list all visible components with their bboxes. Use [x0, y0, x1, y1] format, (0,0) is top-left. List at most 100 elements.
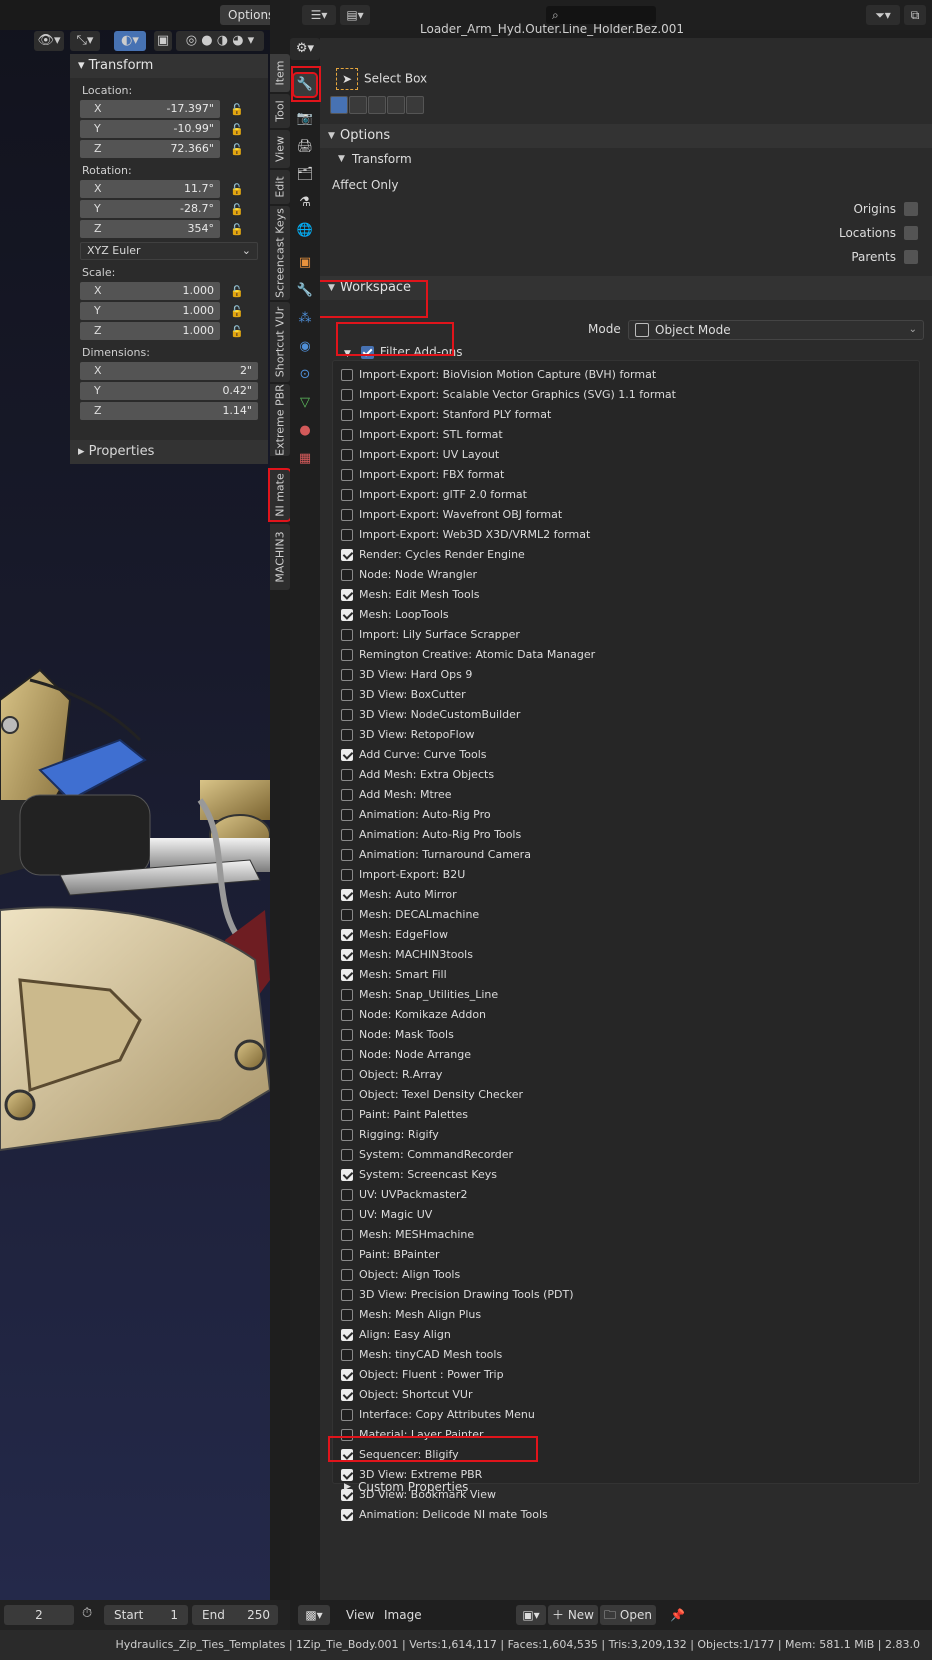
addon-list-item[interactable]: Animation: Turnaround Camera: [333, 845, 919, 865]
addon-list[interactable]: Import-Export: BioVision Motion Capture …: [332, 360, 920, 1521]
options-panel-header[interactable]: ▼ Options: [320, 124, 932, 148]
addon-list-item[interactable]: Import: Lily Surface Scrapper: [333, 625, 919, 645]
addon-list-item[interactable]: Rigging: Rigify: [333, 1125, 919, 1145]
addon-checkbox[interactable]: [341, 929, 353, 941]
tab-edit[interactable]: Edit: [270, 170, 290, 204]
addon-checkbox[interactable]: [341, 629, 353, 641]
addon-checkbox[interactable]: [341, 669, 353, 681]
addon-list-item[interactable]: Remington Creative: Atomic Data Manager: [333, 645, 919, 665]
addon-list-item[interactable]: Import-Export: STL format: [333, 425, 919, 445]
addon-list-item[interactable]: Mesh: DECALmachine: [333, 905, 919, 925]
addon-list-item[interactable]: 3D View: Hard Ops 9: [333, 665, 919, 685]
addon-list-item[interactable]: Node: Node Arrange: [333, 1045, 919, 1065]
addon-list-item[interactable]: UV: Magic UV: [333, 1205, 919, 1225]
addon-list-item[interactable]: Mesh: Edit Mesh Tools: [333, 585, 919, 605]
properties-panel-header[interactable]: ▸ Properties: [70, 440, 268, 464]
addon-list-item[interactable]: Import-Export: B2U: [333, 865, 919, 885]
addon-checkbox[interactable]: [341, 969, 353, 981]
addon-list-item[interactable]: Mesh: MACHIN3tools: [333, 945, 919, 965]
addon-list-item[interactable]: Import-Export: BioVision Motion Capture …: [333, 365, 919, 385]
addon-list-item[interactable]: Mesh: Smart Fill: [333, 965, 919, 985]
xray-icon[interactable]: ▣: [154, 31, 172, 51]
rotation-mode-select[interactable]: XYZ Euler ⌄: [80, 242, 258, 260]
addon-list-item[interactable]: Mesh: Auto Mirror: [333, 885, 919, 905]
stopwatch-icon[interactable]: ⏱: [82, 1606, 92, 1621]
addon-checkbox[interactable]: [341, 569, 353, 581]
addon-list-item[interactable]: Mesh: Snap_Utilities_Line: [333, 985, 919, 1005]
addon-checkbox[interactable]: [341, 1249, 353, 1261]
addon-list-item[interactable]: Object: Texel Density Checker: [333, 1085, 919, 1105]
addon-list-item[interactable]: Align: Easy Align: [333, 1325, 919, 1345]
addon-checkbox[interactable]: [341, 729, 353, 741]
addon-checkbox[interactable]: [341, 529, 353, 541]
addon-list-item[interactable]: 3D View: NodeCustomBuilder: [333, 705, 919, 725]
location-z-field[interactable]: Z 72.366" 🔓: [80, 140, 244, 158]
lock-icon[interactable]: 🔓: [230, 283, 244, 298]
addon-checkbox[interactable]: [341, 1209, 353, 1221]
physics-tab-icon[interactable]: ◉: [294, 336, 316, 358]
addon-checkbox[interactable]: [341, 1069, 353, 1081]
rotation-x-field[interactable]: X 11.7° 🔓: [80, 180, 244, 198]
output-tab-icon[interactable]: 🖨: [294, 136, 316, 158]
addon-list-item[interactable]: 3D View: BoxCutter: [333, 685, 919, 705]
lock-icon[interactable]: 🔓: [230, 121, 244, 136]
addon-list-item[interactable]: UV: UVPackmaster2: [333, 1185, 919, 1205]
location-y-field[interactable]: Y -10.99" 🔓: [80, 120, 244, 138]
rotation-y-field[interactable]: Y -28.7° 🔓: [80, 200, 244, 218]
addon-checkbox[interactable]: [341, 1029, 353, 1041]
options-dropdown[interactable]: Options ▾: [220, 5, 270, 42]
addon-checkbox[interactable]: [341, 389, 353, 401]
addon-checkbox[interactable]: [341, 469, 353, 481]
origins-checkbox[interactable]: [904, 202, 918, 216]
mode-select[interactable]: Object Mode ⌄: [628, 320, 924, 340]
addon-checkbox[interactable]: [341, 1229, 353, 1241]
locations-checkbox[interactable]: [904, 226, 918, 240]
mode-difference-button[interactable]: [387, 96, 405, 114]
scale-x-field[interactable]: X 1.000 🔓: [80, 282, 244, 300]
addon-list-item[interactable]: Add Curve: Curve Tools: [333, 745, 919, 765]
addon-list-item[interactable]: Object: Align Tools: [333, 1265, 919, 1285]
addon-checkbox[interactable]: [341, 1129, 353, 1141]
addon-checkbox[interactable]: [341, 1269, 353, 1281]
addon-checkbox[interactable]: [341, 889, 353, 901]
view-menu[interactable]: View: [346, 1606, 374, 1624]
addon-list-item[interactable]: Interface: Copy Attributes Menu: [333, 1405, 919, 1425]
addon-list-item[interactable]: 3D View: Precision Drawing Tools (PDT): [333, 1285, 919, 1305]
addon-checkbox[interactable]: [341, 429, 353, 441]
dimensions-x-field[interactable]: X 2": [80, 362, 258, 380]
overlays-icon[interactable]: ◐▾: [114, 31, 146, 51]
pin-icon[interactable]: 📌: [670, 1606, 685, 1624]
addon-checkbox[interactable]: [341, 369, 353, 381]
editor-toggle-icon[interactable]: ⚙▾: [290, 38, 320, 60]
render-tab-icon[interactable]: 📷: [294, 108, 316, 130]
addon-list-item[interactable]: Add Mesh: Extra Objects: [333, 765, 919, 785]
addon-list-item[interactable]: Import-Export: Stanford PLY format: [333, 405, 919, 425]
shading-modes[interactable]: ◎ ● ◑ ◕ ▾: [176, 31, 264, 51]
particles-tab-icon[interactable]: ⁂: [294, 308, 316, 330]
current-frame-field[interactable]: 2: [4, 1605, 74, 1625]
lock-icon[interactable]: 🔓: [230, 221, 244, 236]
addon-checkbox[interactable]: [341, 1009, 353, 1021]
addon-checkbox[interactable]: [341, 1189, 353, 1201]
transform-panel-header[interactable]: ▾ Transform: [70, 54, 268, 78]
addon-list-item[interactable]: Mesh: EdgeFlow: [333, 925, 919, 945]
addon-checkbox[interactable]: [341, 749, 353, 761]
addon-list-item[interactable]: Import-Export: Web3D X3D/VRML2 format: [333, 525, 919, 545]
tab-extreme-pbr[interactable]: Extreme PBR: [270, 384, 290, 456]
image-menu[interactable]: Image: [384, 1606, 422, 1624]
addon-list-item[interactable]: Import-Export: glTF 2.0 format: [333, 485, 919, 505]
visibility-eye-icon[interactable]: 👁▾: [34, 31, 64, 51]
addon-checkbox[interactable]: [341, 1389, 353, 1401]
addon-checkbox[interactable]: [341, 689, 353, 701]
addon-checkbox[interactable]: [341, 1169, 353, 1181]
dimensions-z-field[interactable]: Z 1.14": [80, 402, 258, 420]
tab-ni-mate[interactable]: NI mate: [268, 468, 292, 522]
parents-checkbox[interactable]: [904, 250, 918, 264]
view-layer-tab-icon[interactable]: 🗂: [294, 164, 316, 186]
addon-checkbox[interactable]: [341, 849, 353, 861]
addon-checkbox[interactable]: [341, 829, 353, 841]
addon-checkbox[interactable]: [341, 1349, 353, 1361]
addon-checkbox[interactable]: [341, 549, 353, 561]
addon-list-item[interactable]: Object: Shortcut VUr: [333, 1385, 919, 1405]
addon-checkbox[interactable]: [341, 809, 353, 821]
